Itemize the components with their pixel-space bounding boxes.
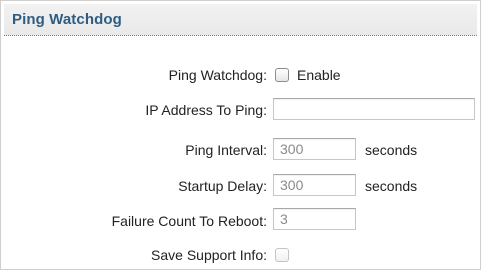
section-header: Ping Watchdog — [4, 4, 477, 36]
ping-interval-label: Ping Interval: — [185, 142, 267, 158]
ping-interval-unit: seconds — [365, 142, 418, 158]
save-support-info-checkbox[interactable] — [275, 248, 289, 262]
startup-delay-unit: seconds — [365, 178, 418, 194]
ping-watchdog-enable-label[interactable]: Enable — [297, 67, 341, 83]
startup-delay-input[interactable]: 300 — [273, 174, 356, 196]
failure-count-label: Failure Count To Reboot: — [111, 213, 267, 229]
ping-watchdog-enable-checkbox[interactable] — [275, 68, 289, 82]
section-title: Ping Watchdog — [12, 11, 122, 28]
ping-interval-input[interactable]: 300 — [273, 138, 356, 160]
save-support-info-label: Save Support Info: — [151, 247, 267, 263]
ping-watchdog-panel: Ping Watchdog Ping Watchdog: Enable IP A… — [0, 0, 481, 270]
ip-address-label: IP Address To Ping: — [145, 102, 267, 118]
startup-delay-label: Startup Delay: — [178, 178, 267, 194]
ip-address-input[interactable] — [273, 98, 475, 120]
ping-watchdog-label: Ping Watchdog: — [168, 67, 267, 83]
failure-count-input[interactable]: 3 — [273, 208, 356, 230]
